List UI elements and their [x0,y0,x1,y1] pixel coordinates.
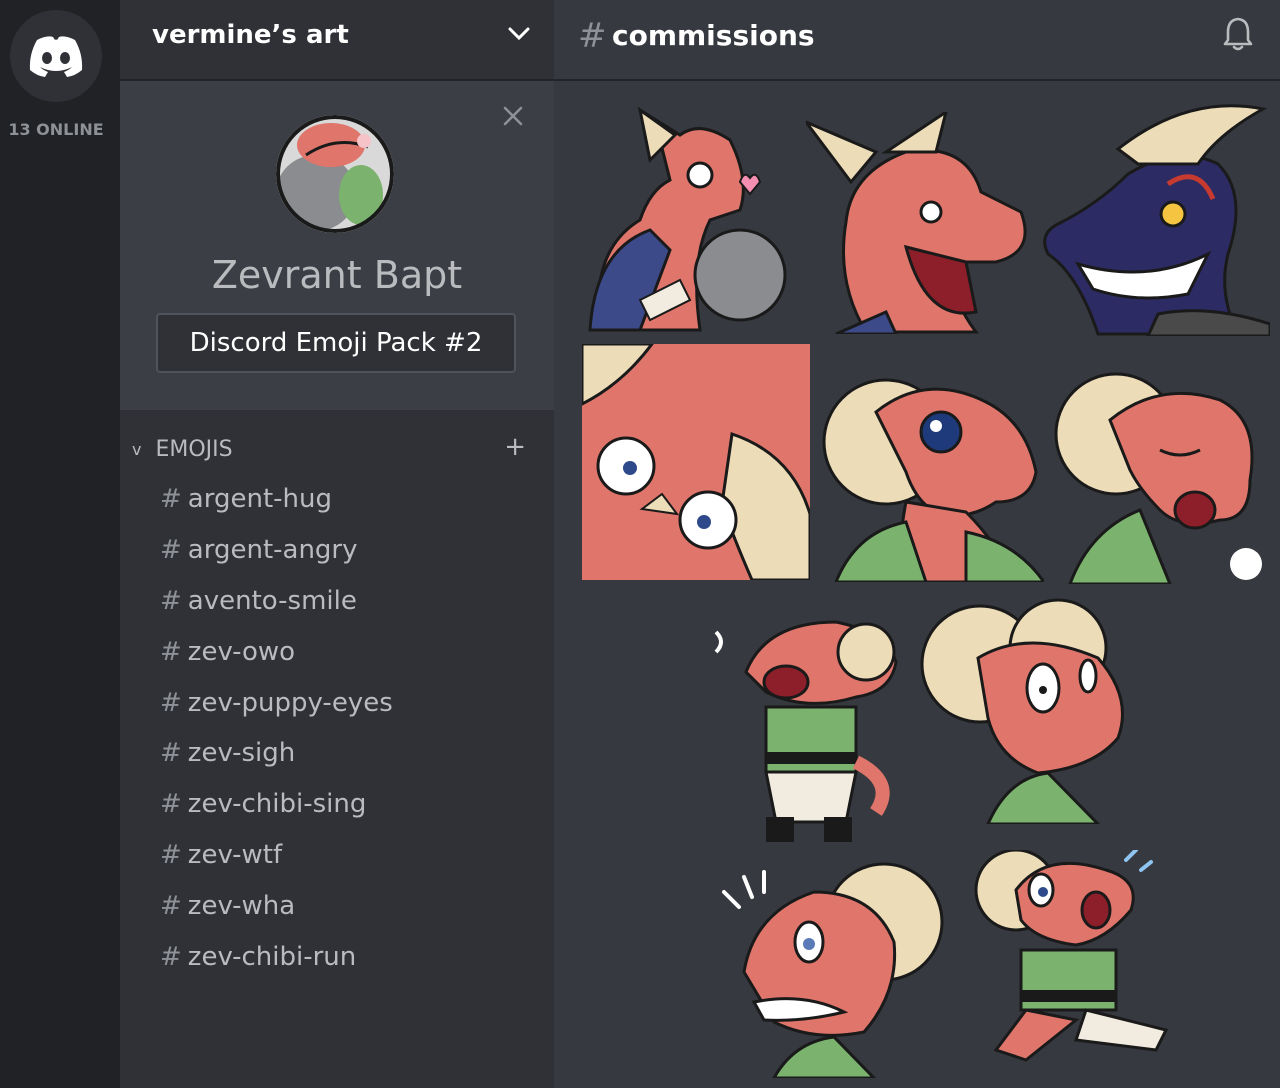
channel-label: zev-sigh [187,738,296,769]
channel-item[interactable]: # argent-angry [160,525,393,576]
server-header[interactable]: vermine’s art [120,0,554,81]
hash-icon: # [160,585,182,616]
profile-card: Zevrant Bapt Discord Emoji Pack #2 [120,81,554,410]
emoji-avento-smile [1038,104,1270,336]
channel-item[interactable]: # zev-chibi-sing [160,779,393,830]
close-icon[interactable] [502,105,524,131]
online-count: 13 ONLINE [8,120,104,139]
hash-icon: # [578,16,607,56]
chevron-down-icon[interactable] [508,26,530,45]
hash-icon: # [160,535,182,566]
category-label: EMOJIS [155,436,233,462]
server-name: vermine’s art [152,20,349,50]
emoji-zev-owo [582,344,810,580]
main-panel: # commissions [554,0,1280,1088]
hash-icon: # [160,687,182,718]
emoji-zev-puppy-eyes [816,352,1044,582]
hash-icon: # [160,890,182,921]
channel-label: argent-angry [187,535,358,566]
emoji-zev-chibi-sing [706,612,902,844]
channel-title: commissions [612,19,815,52]
emoji-category-header[interactable]: v EMOJIS + [132,432,542,466]
emoji-zev-chibi-run [966,850,1198,1072]
channel-item[interactable]: # zev-chibi-run [160,931,393,982]
profile-title-button[interactable]: Discord Emoji Pack #2 [156,313,516,373]
bell-icon[interactable] [1222,16,1254,56]
channel-label: zev-puppy-eyes [187,687,393,718]
hash-icon: # [160,789,182,820]
channel-item[interactable]: # zev-wha [160,880,393,931]
channel-item[interactable]: # zev-owo [160,626,393,677]
hash-icon: # [160,484,182,515]
channel-label: zev-chibi-sing [187,789,367,820]
channel-item[interactable]: # zev-wtf [160,830,393,881]
channel-item[interactable]: # zev-puppy-eyes [160,677,393,728]
channel-label: avento-smile [187,585,357,616]
channel-sidebar: vermine’s art Zevrant Bapt Discord Emoji… [120,0,554,1088]
emoji-zev-sigh [1050,360,1280,584]
channel-list: # argent-hug # argent-angry # avento-smile … [160,474,393,982]
channel-header: # commissions [554,0,1280,81]
channel-label: zev-chibi-run [187,941,357,972]
collapse-caret-icon[interactable]: v [132,440,141,459]
channel-item[interactable]: # avento-smile [160,576,393,627]
profile-name: Zevrant Bapt [211,253,463,297]
emoji-argent-angry [806,112,1032,334]
channel-item[interactable]: # argent-hug [160,474,393,525]
emoji-zev-wha [714,852,946,1078]
emoji-argent-hug [580,100,800,332]
hash-icon: # [160,738,182,769]
server-rail: 13 ONLINE [0,0,120,1088]
hash-icon: # [160,941,182,972]
channel-label: zev-owo [187,636,296,667]
hash-icon: # [160,636,182,667]
channel-item[interactable]: # zev-sigh [160,728,393,779]
channel-label: zev-wha [187,890,296,921]
avatar [276,115,394,233]
hash-icon: # [160,839,182,870]
channel-label: argent-hug [187,484,332,515]
discord-logo-icon[interactable] [10,10,102,102]
emoji-zev-wtf [918,598,1150,824]
add-channel-button[interactable]: + [504,432,526,462]
channel-label: zev-wtf [187,839,283,870]
